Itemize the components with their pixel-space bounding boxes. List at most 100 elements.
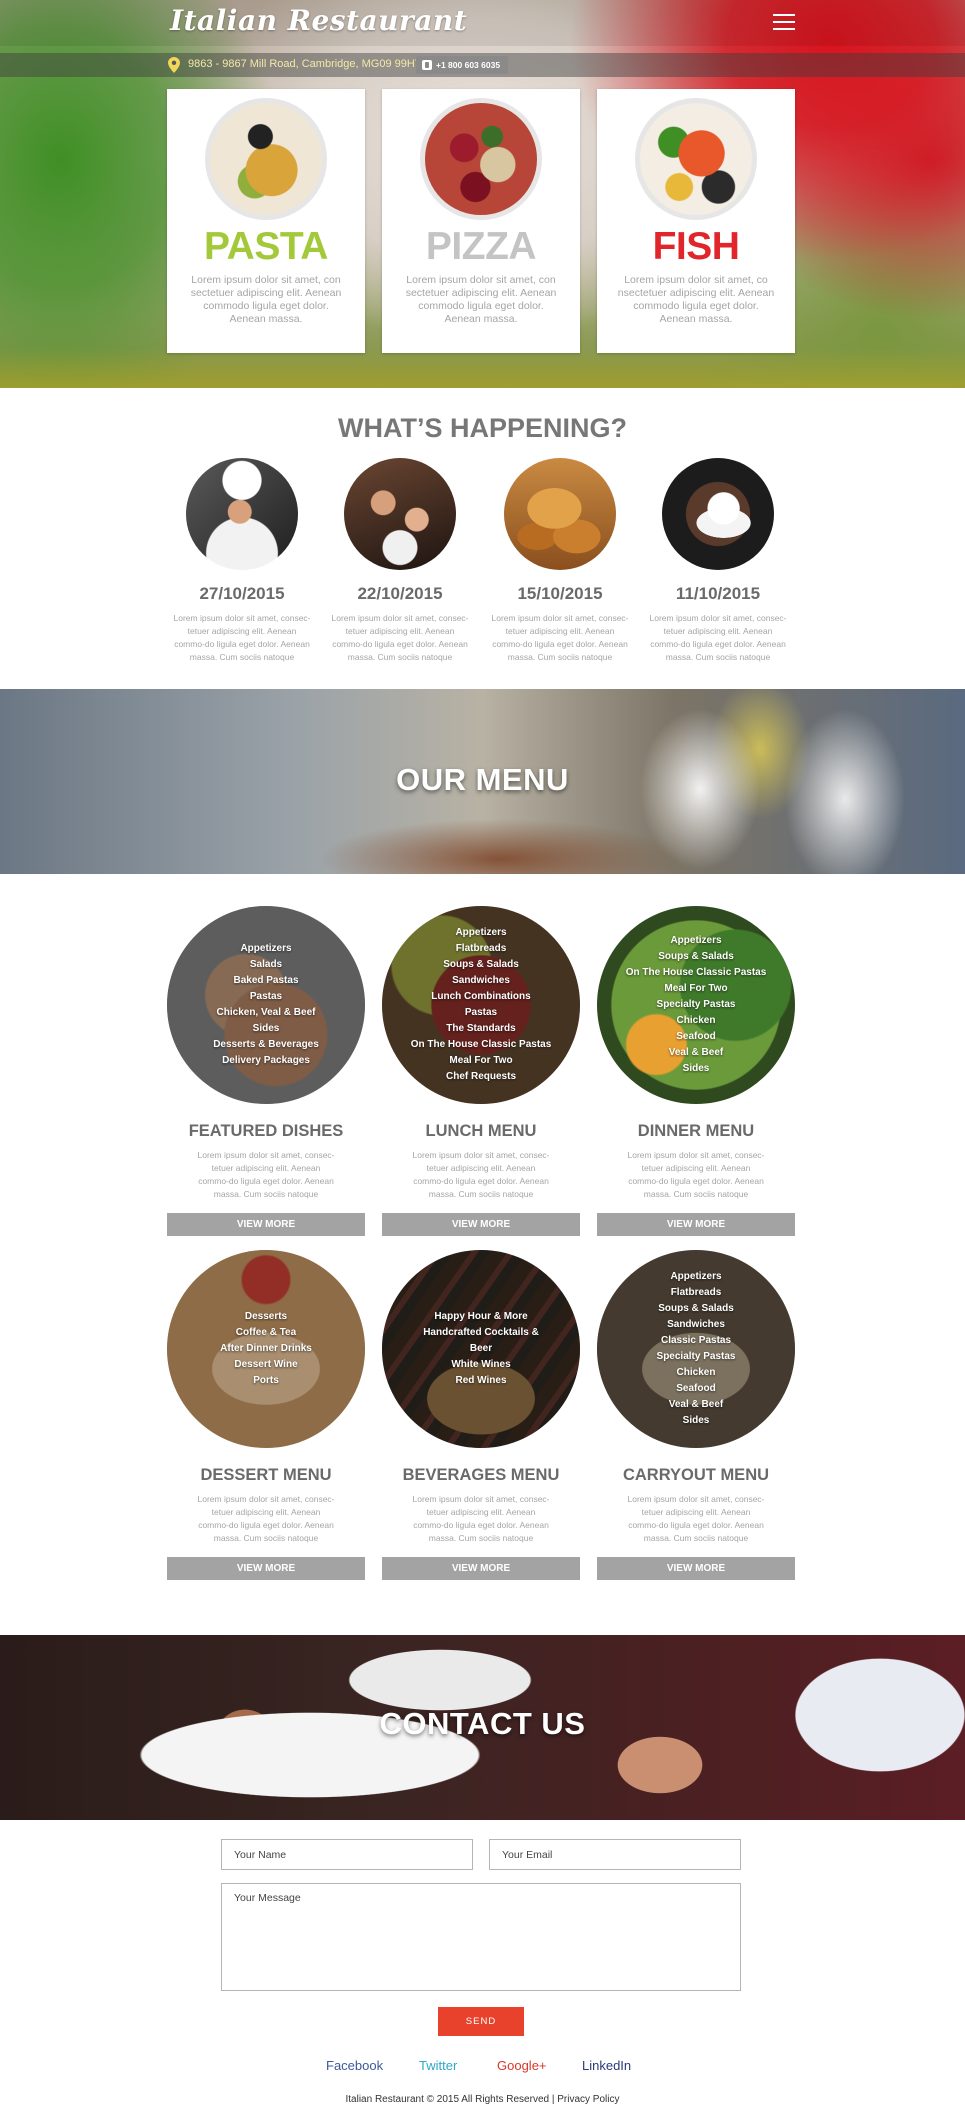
menu-card-title: FEATURED DISHES	[188, 1122, 344, 1140]
hero-card-title: PIZZA	[425, 225, 537, 268]
menu-list-item: After Dinner Drinks	[220, 1343, 312, 1354]
menu-list-item: Veal & Beef	[668, 1047, 724, 1058]
menu-banner-title: OUR MENU	[396, 762, 569, 797]
copyright-text: Italian Restaurant © 2015 All Rights Res…	[345, 2094, 550, 2105]
menu-list: Appetizers Salads Baked Pastas Pastas Chicke…	[167, 906, 365, 1104]
dessert-menu-image[interactable]: Desserts Coffee & Tea After Dinner Drinks D…	[167, 1250, 365, 1448]
dinner-photo	[344, 458, 456, 570]
event-date: 22/10/2015	[357, 584, 443, 603]
email-input[interactable]	[489, 1839, 741, 1870]
menu-list-item: Specialty Pastas	[656, 999, 736, 1010]
menu-list-item: Chicken	[676, 1367, 716, 1378]
hero-card-description: Lorem ipsum dolor sit amet, con sectetue…	[405, 274, 557, 325]
event-description: Lorem ipsum dolor sit amet, consec-tetue…	[649, 613, 787, 662]
menu-list-item: Appetizers	[670, 935, 722, 946]
site-logo[interactable]: Italian Restaurant	[170, 4, 467, 37]
menu-list-item: Meal For Two	[449, 1055, 513, 1066]
menu-list-item: Seafood	[676, 1383, 716, 1394]
event-item[interactable]: 11/10/2015 Lorem ipsum dolor sit amet, c…	[648, 458, 788, 664]
contact-banner: CONTACT US	[0, 1635, 965, 1820]
phone-button[interactable]: +1 800 603 6035	[416, 56, 508, 74]
menu-card-featured: Appetizers Salads Baked Pastas Pastas Chicke…	[167, 906, 365, 1236]
name-input[interactable]	[221, 1839, 473, 1870]
view-more-button[interactable]: VIEW MORE	[382, 1557, 580, 1580]
pasta-dish-image	[205, 98, 327, 220]
menu-list-item: The Standards	[446, 1023, 516, 1034]
chef-photo	[186, 458, 298, 570]
hero-card-description: Lorem ipsum dolor sit amet, co nsectetue…	[617, 274, 775, 325]
event-item[interactable]: 15/10/2015 Lorem ipsum dolor sit amet, c…	[490, 458, 630, 664]
view-more-button[interactable]: VIEW MORE	[597, 1557, 795, 1580]
event-item[interactable]: 22/10/2015 Lorem ipsum dolor sit amet, c…	[330, 458, 470, 664]
menu-list: Happy Hour & More Handcrafted Cocktails &…	[382, 1250, 580, 1448]
event-description: Lorem ipsum dolor sit amet, consec-tetue…	[331, 613, 469, 662]
facebook-link[interactable]: Facebook	[326, 2058, 383, 2073]
lunch-menu-image[interactable]: Appetizers Flatbreads Soups & Salads Sandwi…	[382, 906, 580, 1104]
event-date: 15/10/2015	[517, 584, 603, 603]
menu-list-item: Meal For Two	[664, 983, 728, 994]
dinner-menu-image[interactable]: Appetizers Soups & Salads On The House Cla…	[597, 906, 795, 1104]
fish-dish-image	[635, 98, 757, 220]
view-more-button[interactable]: VIEW MORE	[167, 1557, 365, 1580]
menu-list-item: Soups & Salads	[658, 1303, 734, 1314]
view-more-button[interactable]: VIEW MORE	[597, 1213, 795, 1236]
menu-card-carryout: Appetizers Flatbreads Soups & Salads Sandwi…	[597, 1250, 795, 1580]
menu-list-item: Chef Requests	[445, 1071, 516, 1082]
menu-banner: OUR MENU	[0, 689, 965, 874]
event-item[interactable]: 27/10/2015 Lorem ipsum dolor sit amet, c…	[172, 458, 312, 664]
view-more-button[interactable]: VIEW MORE	[382, 1213, 580, 1236]
menu-list-item: Sandwiches	[667, 1319, 725, 1330]
send-button[interactable]: SEND	[438, 2007, 524, 2036]
twitter-link[interactable]: Twitter	[419, 2058, 457, 2073]
hero-card-description: Lorem ipsum dolor sit amet, con sectetue…	[190, 274, 342, 325]
menu-list-item: White Wines	[451, 1359, 511, 1370]
featured-dishes-image[interactable]: Appetizers Salads Baked Pastas Pastas Chicke…	[167, 906, 365, 1104]
croissant-photo	[504, 458, 616, 570]
menu-card-title: DESSERT MENU	[200, 1466, 332, 1484]
menu-list-item: Pastas	[249, 991, 283, 1002]
hero-card-fish[interactable]: FISH Lorem ipsum dolor sit amet, co nsec…	[597, 89, 795, 353]
map-pin-icon	[168, 57, 180, 73]
linkedin-link[interactable]: LinkedIn	[582, 2058, 631, 2073]
menu-list-item: Sides	[682, 1063, 710, 1074]
google-plus-link[interactable]: Google+	[497, 2058, 547, 2073]
hero-card-pizza[interactable]: PIZZA Lorem ipsum dolor sit amet, con se…	[382, 89, 580, 353]
menu-card-description: Lorem ipsum dolor sit amet, consec-tetue…	[627, 1494, 765, 1543]
menu-list-item: Desserts	[244, 1311, 288, 1322]
hamburger-menu-icon[interactable]	[773, 14, 795, 30]
menu-list-item: Salads	[249, 959, 283, 970]
menu-list-item: Happy Hour & More	[434, 1311, 528, 1322]
menu-card-lunch: Appetizers Flatbreads Soups & Salads Sandwi…	[382, 906, 580, 1236]
menu-card-description: Lorem ipsum dolor sit amet, consec-tetue…	[412, 1494, 550, 1543]
event-date: 27/10/2015	[199, 584, 285, 603]
menu-list-item: On The House Classic Pastas	[410, 1039, 552, 1050]
message-textarea[interactable]	[221, 1883, 741, 1991]
footer: Italian Restaurant © 2015 All Rights Res…	[0, 2094, 965, 2105]
contact-banner-title: CONTACT US	[379, 1706, 586, 1741]
privacy-policy-link[interactable]: Privacy Policy	[557, 2094, 619, 2105]
view-more-button[interactable]: VIEW MORE	[167, 1213, 365, 1236]
menu-list-item: Handcrafted Cocktails &	[423, 1327, 539, 1338]
event-date: 11/10/2015	[675, 584, 761, 603]
pizza-dish-image	[420, 98, 542, 220]
coffee-photo	[662, 458, 774, 570]
menu-list-item: Appetizers	[670, 1271, 722, 1282]
event-description: Lorem ipsum dolor sit amet, consec-tetue…	[491, 613, 629, 662]
menu-list-item: Flatbreads	[455, 943, 507, 954]
carryout-menu-image[interactable]: Appetizers Flatbreads Soups & Salads Sandwi…	[597, 1250, 795, 1448]
menu-list-item: Sides	[682, 1415, 710, 1426]
menu-list-item: Soups & Salads	[658, 951, 734, 962]
menu-list-item: Specialty Pastas	[656, 1351, 736, 1362]
menu-card-title: BEVERAGES MENU	[402, 1466, 560, 1484]
beverages-menu-image[interactable]: Happy Hour & More Handcrafted Cocktails &…	[382, 1250, 580, 1448]
menu-list: Appetizers Soups & Salads On The House Cla…	[597, 906, 795, 1104]
menu-card-beverages: Happy Hour & More Handcrafted Cocktails &…	[382, 1250, 580, 1580]
happening-title: WHAT’S HAPPENING?	[338, 413, 627, 443]
menu-list: Appetizers Flatbreads Soups & Salads Sandwi…	[382, 906, 580, 1104]
menu-card-description: Lorem ipsum dolor sit amet, consec-tetue…	[412, 1150, 550, 1199]
menu-card-dessert: Desserts Coffee & Tea After Dinner Drinks D…	[167, 1250, 365, 1580]
menu-list-item: Veal & Beef	[668, 1399, 724, 1410]
menu-card-title: CARRYOUT MENU	[622, 1466, 770, 1484]
hero-card-pasta[interactable]: PASTA Lorem ipsum dolor sit amet, con se…	[167, 89, 365, 353]
event-description: Lorem ipsum dolor sit amet, consec-tetue…	[173, 613, 311, 662]
